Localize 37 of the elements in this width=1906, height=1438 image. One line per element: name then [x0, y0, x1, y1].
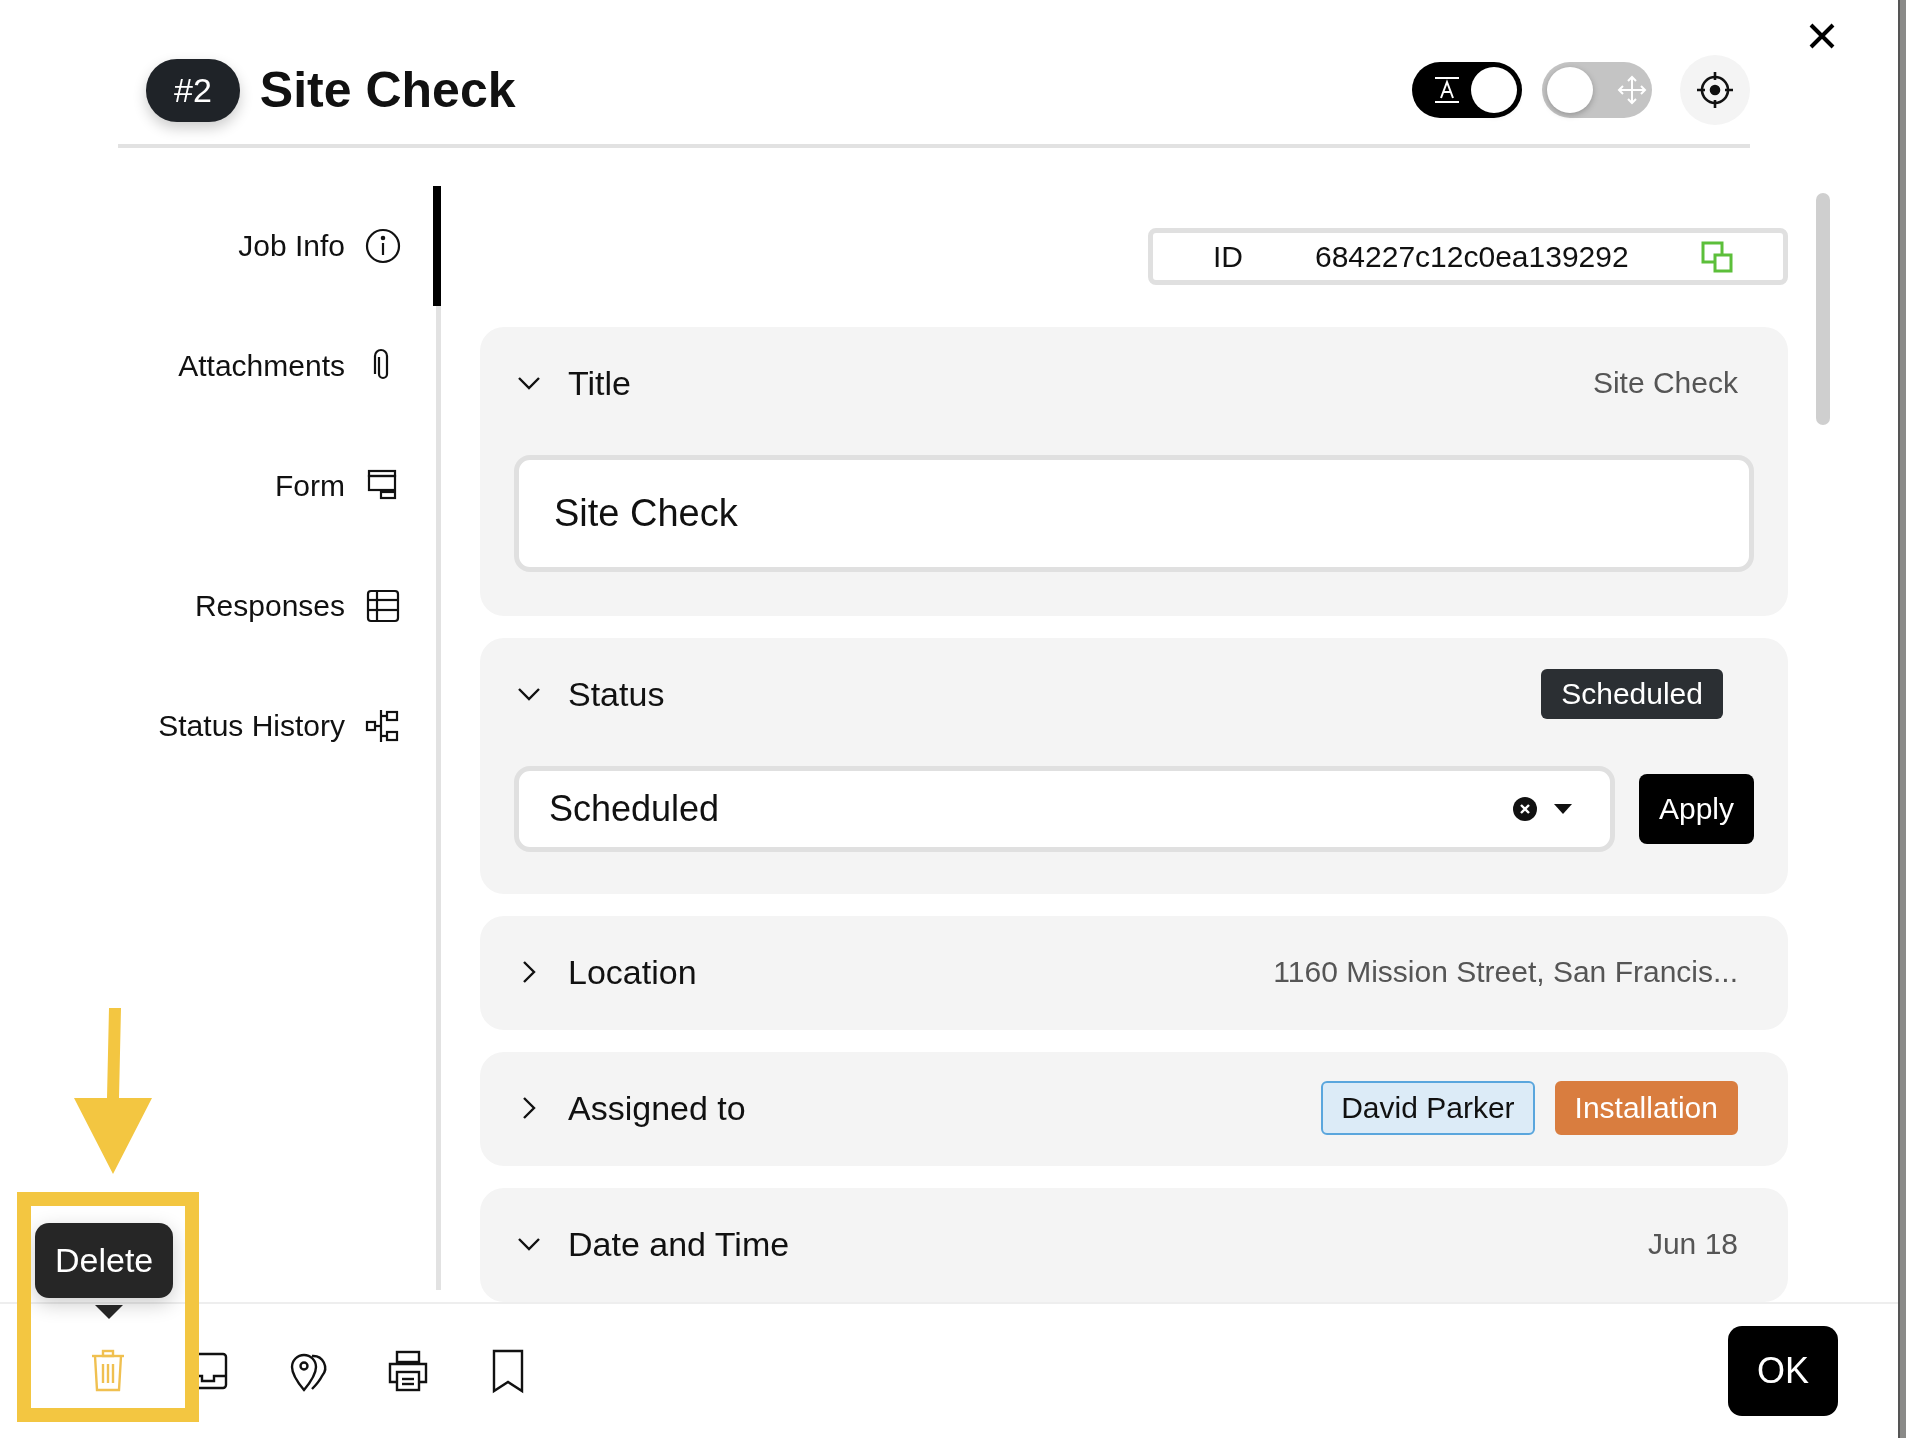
scrollbar[interactable] [1816, 193, 1830, 425]
job-number: #2 [146, 58, 240, 122]
info-icon [365, 228, 401, 264]
status-badge: Scheduled [1541, 669, 1723, 719]
table-icon [365, 588, 401, 624]
sidebar-tab[interactable]: Form [0, 426, 441, 546]
sidebar-tab[interactable]: Job Info [0, 186, 441, 306]
tag: Installation [1554, 1081, 1738, 1135]
section-title: Location [568, 952, 698, 992]
tooltip-tail [95, 1305, 123, 1319]
job-title: Site Check [259, 61, 517, 119]
section-summary: Jun 18 [1647, 1227, 1738, 1261]
ok-button[interactable]: OK [1728, 1326, 1838, 1416]
apply-button[interactable]: Apply [1638, 774, 1754, 844]
section-title: Date and Time [568, 1224, 791, 1264]
tag: David Parker [1321, 1081, 1535, 1135]
sidebar-tab[interactable]: Status History [0, 666, 441, 786]
dropdown-caret-icon[interactable] [1553, 804, 1572, 814]
crosshair-icon [1695, 70, 1735, 110]
section-title: Assigned to [568, 1088, 747, 1128]
section-title: Status [568, 674, 666, 714]
printer-icon [386, 1348, 430, 1394]
sidebar-tab[interactable]: Responses [0, 546, 441, 666]
section-title: Title [568, 363, 632, 403]
tooltip: Delete [35, 1223, 174, 1298]
text-icon [1432, 75, 1462, 105]
clear-icon[interactable] [1511, 796, 1538, 822]
status-select[interactable]: Scheduled [514, 766, 1615, 852]
text-toggle[interactable] [1412, 62, 1522, 118]
section-summary: 1160 Mission Street, San Francis... [1273, 955, 1738, 989]
sidebar-tab[interactable]: Attachments [0, 306, 441, 426]
section-summary: Site Check [1592, 366, 1738, 400]
hierarchy-icon [365, 708, 401, 744]
title-input-field[interactable]: Site Check [514, 455, 1754, 572]
move-icon [1617, 75, 1647, 105]
move-toggle[interactable] [1542, 62, 1652, 118]
id-box: ID 684227c12c0ea139292 [1148, 228, 1788, 285]
